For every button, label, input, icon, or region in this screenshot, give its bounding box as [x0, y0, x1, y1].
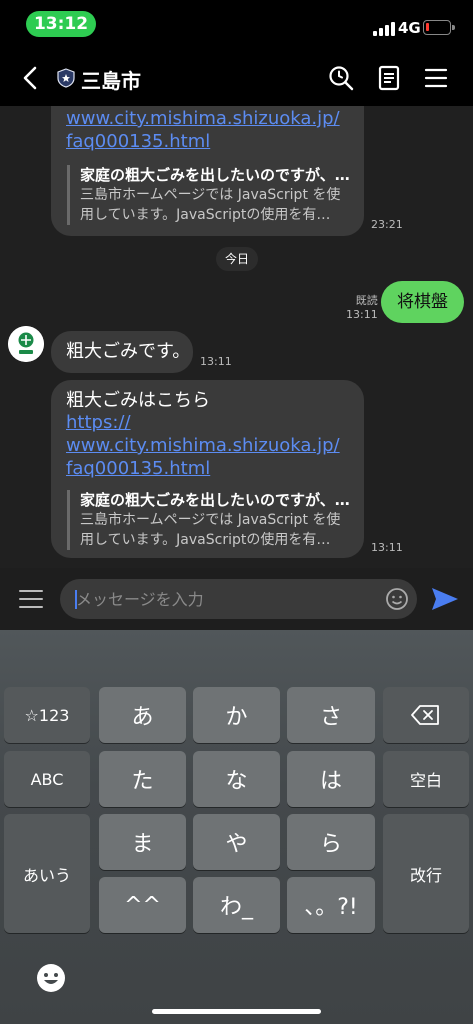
keyboard: ☆123 あ か さ ABC た な は 空白 あいう ま や ら 改行 ^^ … — [0, 630, 473, 1024]
date-divider: 今日 — [216, 247, 258, 271]
message-link[interactable]: faq000135.html — [66, 131, 210, 153]
backspace-icon — [411, 705, 439, 725]
key-ya[interactable]: や — [193, 814, 280, 870]
preview-title: 家庭の粗大ごみを出したいのですが、… — [80, 491, 350, 509]
message-text: 粗大ごみです。 — [66, 341, 191, 362]
send-icon[interactable] — [430, 586, 460, 612]
backspace-key[interactable] — [383, 687, 469, 743]
chat-header: 三島市 — [0, 50, 473, 106]
hamburger-menu-icon[interactable] — [18, 588, 44, 610]
message-time: 23:21 — [371, 218, 403, 231]
status-time[interactable]: 13:12 — [26, 11, 96, 37]
preview-description: 三島市ホームページでは JavaScript を使 — [80, 187, 341, 203]
message-time: 13:11 — [200, 355, 232, 368]
message-link[interactable]: www.city.mishima.shizuoka.jp/ — [66, 435, 340, 457]
battery-icon — [423, 20, 455, 35]
message-input[interactable] — [60, 579, 417, 619]
message-input-bar — [0, 568, 473, 630]
message-link[interactable]: faq000135.html — [66, 458, 210, 480]
key-kana-mode[interactable]: あいう — [4, 814, 90, 933]
key-na[interactable]: な — [193, 751, 280, 807]
key-numbers[interactable]: ☆123 — [4, 687, 90, 743]
search-icon[interactable] — [327, 64, 355, 92]
message-text: 粗大ごみはこちら — [66, 390, 210, 411]
return-key[interactable]: 改行 — [383, 814, 469, 933]
back-icon[interactable] — [18, 65, 44, 91]
emoji-icon[interactable] — [385, 587, 409, 611]
network-type: 4G — [398, 19, 421, 37]
official-shield-icon — [57, 68, 75, 88]
key-abc[interactable]: ABC — [4, 751, 90, 807]
message-time: 13:11 — [346, 308, 378, 321]
sent-message-bubble[interactable]: 将棋盤 — [381, 281, 464, 323]
link-preview[interactable]: 家庭の粗大ごみを出したいのですが、… 三島市ホームページでは JavaScrip… — [67, 165, 350, 225]
home-indicator[interactable] — [152, 1009, 321, 1014]
keyboard-emoji-icon[interactable] — [35, 962, 67, 994]
status-bar: 13:12 4G — [0, 0, 473, 50]
received-message-bubble[interactable]: 粗大ごみです。 — [51, 331, 193, 373]
signal-icon — [373, 22, 395, 36]
key-ta[interactable]: た — [99, 751, 186, 807]
menu-icon[interactable] — [422, 64, 450, 92]
notes-icon[interactable] — [375, 64, 403, 92]
key-wa[interactable]: わ_ — [193, 877, 280, 933]
preview-description: 用しています。JavaScriptの使用を有… — [80, 532, 331, 548]
key-ha[interactable]: は — [287, 751, 375, 807]
chat-area[interactable]: www.city.mishima.shizuoka.jp/ faq000135.… — [0, 106, 473, 568]
preview-description: 三島市ホームページでは JavaScript を使 — [80, 512, 341, 528]
key-emoticon[interactable]: ^^ — [99, 877, 186, 933]
key-sa[interactable]: さ — [287, 687, 375, 743]
key-a[interactable]: あ — [99, 687, 186, 743]
link-preview[interactable]: 家庭の粗大ごみを出したいのですが、… 三島市ホームページでは JavaScrip… — [67, 490, 350, 550]
chat-title: 三島市 — [81, 69, 141, 93]
preview-title: 家庭の粗大ごみを出したいのですが、… — [80, 166, 350, 184]
message-bubble-link[interactable]: www.city.mishima.shizuoka.jp/ faq000135.… — [51, 106, 364, 236]
key-ma[interactable]: ま — [99, 814, 186, 870]
text-caret — [75, 590, 77, 609]
message-link[interactable]: www.city.mishima.shizuoka.jp/ — [66, 108, 340, 130]
message-time: 13:11 — [371, 541, 403, 554]
avatar[interactable] — [8, 326, 44, 362]
message-link[interactable]: https:// — [66, 412, 131, 434]
preview-description: 用しています。JavaScriptの使用を有… — [80, 207, 331, 223]
key-ka[interactable]: か — [193, 687, 280, 743]
message-bubble-link[interactable]: 粗大ごみはこちら https:// www.city.mishima.shizu… — [51, 380, 364, 558]
read-receipt: 既読 13:11 — [346, 292, 378, 321]
key-ra[interactable]: ら — [287, 814, 375, 870]
key-punctuation[interactable]: 、。?! — [287, 877, 375, 933]
read-label: 既読 — [355, 294, 378, 307]
space-key[interactable]: 空白 — [383, 751, 469, 807]
